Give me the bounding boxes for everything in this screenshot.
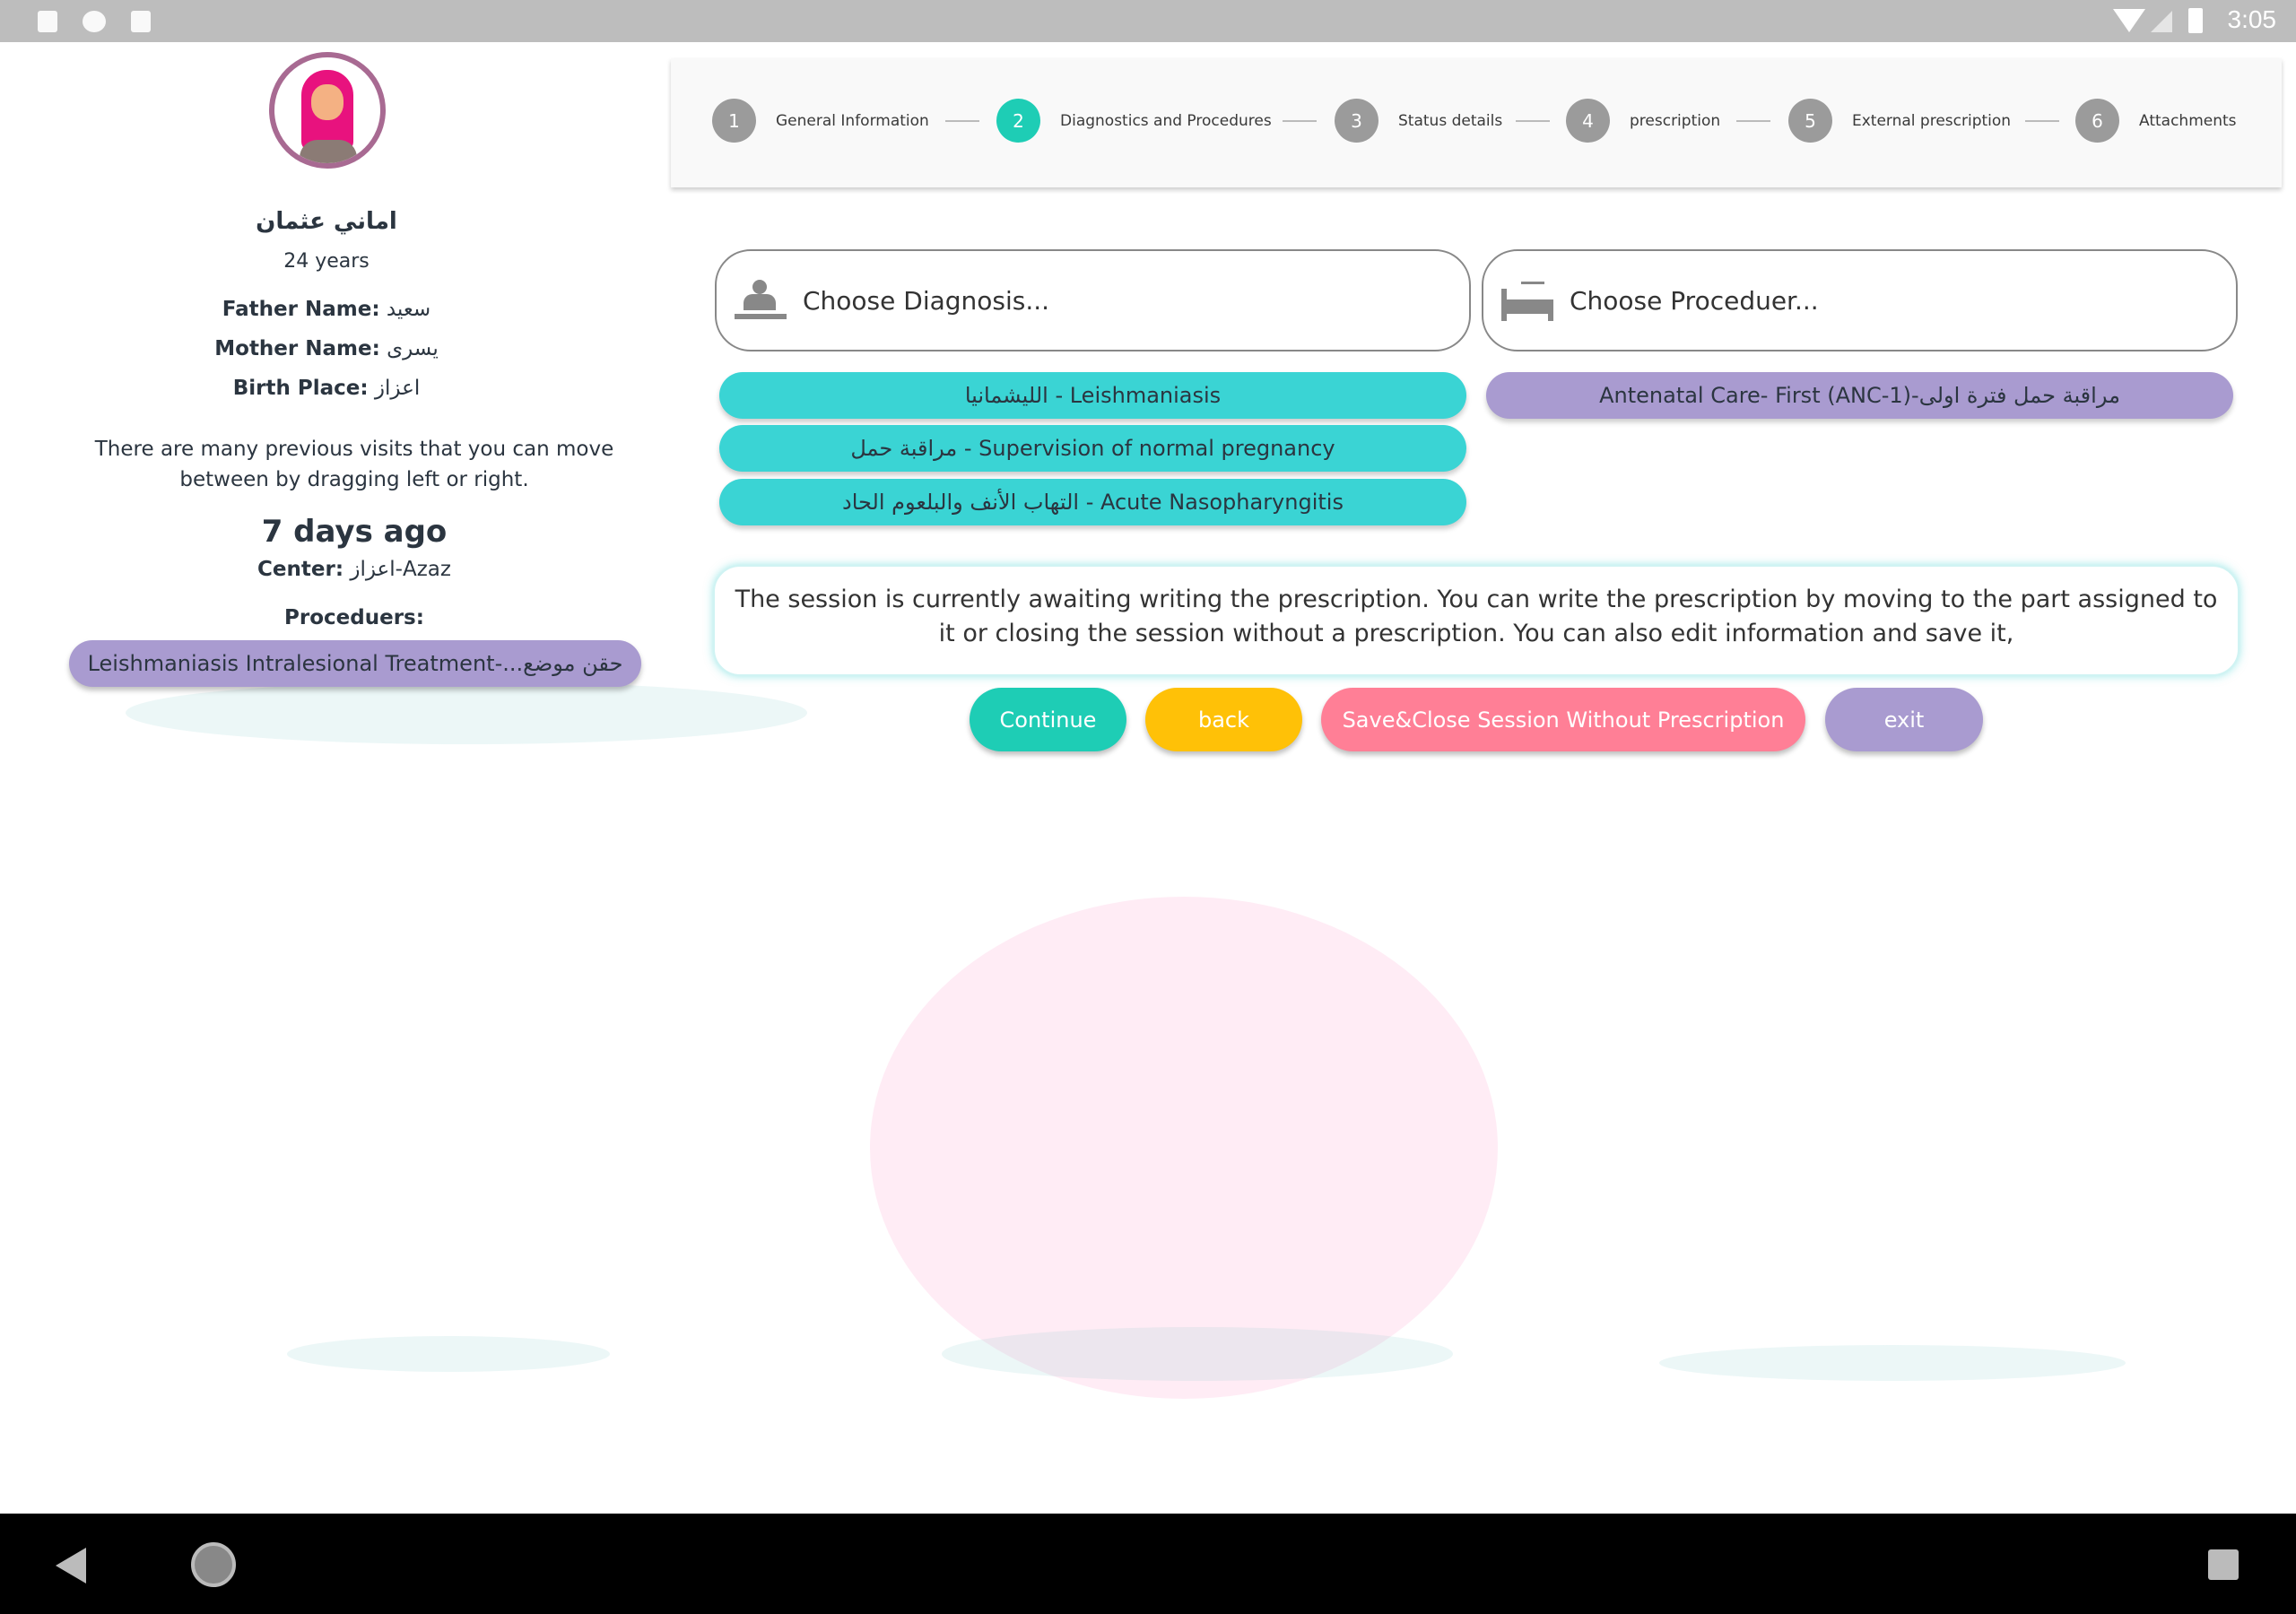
diagnosis-chip[interactable]: مراقبة حمل - Supervision of normal pregn… xyxy=(719,425,1466,472)
patient-name: اماني عثمان xyxy=(256,208,397,235)
birth-place-value: اعزاز xyxy=(374,377,421,400)
step-number: 1 xyxy=(712,99,756,143)
step-label: General Information xyxy=(776,111,929,130)
step-label: prescription xyxy=(1630,111,1721,130)
stepper: 1 General Information 2 Diagnostics and Pr… xyxy=(671,58,2282,187)
step-label: External prescription xyxy=(1852,111,2012,130)
mother-name-value: يسرى xyxy=(387,337,439,360)
home-nav-icon[interactable] xyxy=(191,1542,236,1587)
step-number: 3 xyxy=(1335,99,1378,143)
step-label: Status details xyxy=(1398,111,1503,130)
avatar xyxy=(269,52,386,169)
sd-card-icon xyxy=(131,11,151,32)
recents-nav-icon[interactable] xyxy=(2208,1549,2239,1580)
step-general-information[interactable]: 1 General Information xyxy=(712,99,929,143)
status-bar: 3:05 xyxy=(0,0,2296,42)
step-number: 5 xyxy=(1788,99,1832,143)
diagnosis-select[interactable]: Choose Diagnosis... xyxy=(715,249,1471,351)
mother-name-row: Mother Name: يسرى xyxy=(4,337,649,360)
procedure-select[interactable]: Choose Proceduer... xyxy=(1482,249,2238,351)
diagnosis-chip[interactable]: التهاب الأنف والبلعوم الحاد - Acute Naso… xyxy=(719,479,1466,525)
patient-diagnosis-icon xyxy=(735,280,787,321)
birth-place-label: Birth Place: xyxy=(232,377,369,400)
step-external-prescription[interactable]: 5 External prescription xyxy=(1788,99,2011,143)
step-connector xyxy=(1736,120,1770,122)
save-close-without-prescription-button[interactable]: Save&Close Session Without Prescription xyxy=(1321,688,1805,751)
signal-icon xyxy=(2151,11,2172,32)
step-status-details[interactable]: 3 Status details xyxy=(1335,99,1502,143)
father-name-label: Father Name: xyxy=(222,298,380,321)
center-row: Center: اعزاز-Azaz xyxy=(31,558,677,581)
continue-button[interactable]: Continue xyxy=(970,688,1126,751)
navigation-bar xyxy=(0,1514,2296,1614)
a-icon xyxy=(38,11,57,32)
visit-time[interactable]: 7 days ago xyxy=(31,514,677,550)
step-connector xyxy=(2025,120,2059,122)
step-connector xyxy=(945,120,979,122)
father-name-value: سعيد xyxy=(386,298,431,321)
exit-button[interactable]: exit xyxy=(1825,688,1983,751)
previous-procedure-chip: Leishmaniasis Intralesional Treatment-..… xyxy=(69,640,641,687)
diagnosis-chip[interactable]: الليشمانيا - Leishmaniasis xyxy=(719,372,1466,419)
center-label: Center: xyxy=(257,558,344,581)
background-illustration xyxy=(1659,1345,2126,1381)
background-illustration xyxy=(287,1336,610,1372)
step-number: 4 xyxy=(1566,99,1610,143)
step-number: 2 xyxy=(996,99,1040,143)
back-nav-icon[interactable] xyxy=(56,1548,86,1584)
wifi-icon xyxy=(2113,9,2145,32)
visits-hint: There are many previous visits that you … xyxy=(94,438,614,491)
patient-age: 24 years xyxy=(283,250,370,273)
step-label: Diagnostics and Procedures xyxy=(1060,111,1272,130)
step-attachments[interactable]: 6 Attachments xyxy=(2075,99,2237,143)
father-name-row: Father Name: سعيد xyxy=(4,298,649,321)
background-illustration xyxy=(870,897,1498,1399)
diagnosis-placeholder: Choose Diagnosis... xyxy=(803,285,1050,316)
step-number: 6 xyxy=(2075,99,2119,143)
center-value: اعزاز-Azaz xyxy=(350,558,451,581)
mother-name-label: Mother Name: xyxy=(214,337,380,360)
background-illustration xyxy=(942,1327,1453,1381)
background-illustration xyxy=(126,681,807,744)
circle-icon xyxy=(83,11,106,32)
procedure-placeholder: Choose Proceduer... xyxy=(1570,285,1819,316)
hospital-bed-icon xyxy=(1501,280,1553,321)
step-prescription[interactable]: 4 prescription xyxy=(1566,99,1720,143)
session-status-message: The session is currently awaiting writin… xyxy=(713,565,2239,676)
procedures-label: Proceduers: xyxy=(284,606,424,629)
step-connector xyxy=(1283,120,1317,122)
procedure-chip[interactable]: مراقبة حمل فترة اولى-(ANC-1) Antenatal C… xyxy=(1486,372,2233,419)
step-label: Attachments xyxy=(2139,111,2237,130)
battery-icon xyxy=(2188,8,2203,33)
step-connector xyxy=(1516,120,1550,122)
clock: 3:05 xyxy=(2227,5,2277,33)
birth-place-row: Birth Place: اعزاز xyxy=(4,377,649,400)
step-diagnostics[interactable]: 2 Diagnostics and Procedures xyxy=(996,99,1272,143)
back-button[interactable]: back xyxy=(1145,688,1302,751)
